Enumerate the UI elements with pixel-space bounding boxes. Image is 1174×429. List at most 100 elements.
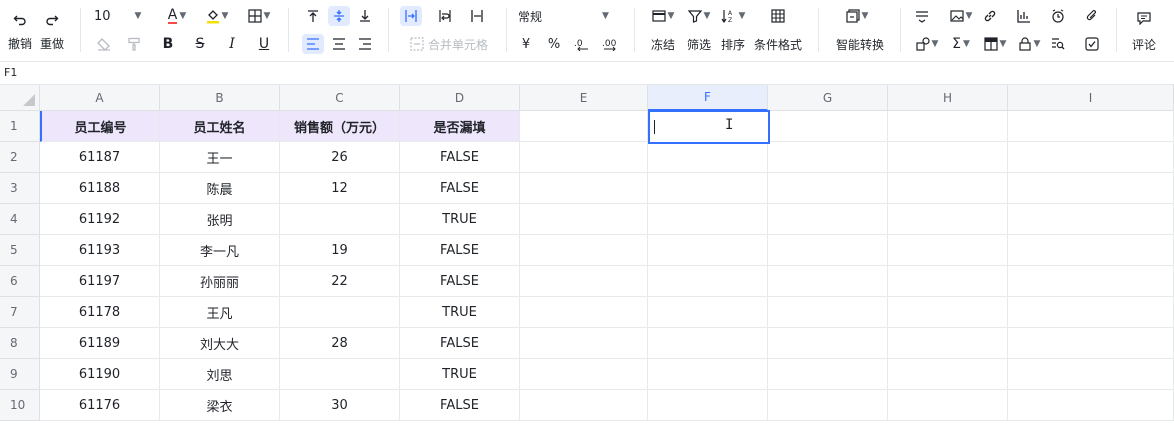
row-header-2[interactable]: 2	[0, 142, 40, 173]
cell-a6[interactable]: 61197	[40, 266, 160, 297]
cell-g1[interactable]	[768, 111, 888, 142]
checkbox-icon[interactable]	[1082, 34, 1102, 54]
cell-e8[interactable]	[520, 328, 648, 359]
border-button[interactable]: ▼	[242, 6, 276, 26]
cell-a8[interactable]: 61189	[40, 328, 160, 359]
cell-b3[interactable]: 陈晨	[160, 173, 280, 204]
cell-e1[interactable]	[520, 111, 648, 142]
conditional-format-icon[interactable]	[768, 6, 788, 26]
cell-a2[interactable]: 61187	[40, 142, 160, 173]
cell-a7[interactable]: 61178	[40, 297, 160, 328]
cell-e9[interactable]	[520, 359, 648, 390]
cell-f6[interactable]	[648, 266, 768, 297]
cell-d7[interactable]: TRUE	[400, 297, 520, 328]
column-header-g[interactable]: G	[768, 85, 888, 111]
cell-e7[interactable]	[520, 297, 648, 328]
clip-text-icon[interactable]	[466, 6, 488, 26]
active-cell-editor[interactable]: I	[648, 110, 770, 144]
cell-i9[interactable]	[1008, 359, 1174, 390]
cell-f4[interactable]	[648, 204, 768, 235]
row-header-1[interactable]: 1	[0, 111, 40, 142]
cell-g5[interactable]	[768, 235, 888, 266]
column-header-h[interactable]: H	[888, 85, 1008, 111]
cell-b4[interactable]: 张明	[160, 204, 280, 235]
cell-a5[interactable]: 61193	[40, 235, 160, 266]
cell-i3[interactable]	[1008, 173, 1174, 204]
cell-i10[interactable]	[1008, 390, 1174, 421]
chart-icon[interactable]	[1014, 6, 1034, 26]
merge-cells-button[interactable]: 合并单元格	[404, 34, 494, 54]
undo-button[interactable]: 撤销	[6, 34, 34, 52]
table-style-dropdown[interactable]: ▼	[978, 34, 1012, 54]
cell-c9[interactable]	[280, 359, 400, 390]
find-replace-icon[interactable]	[1048, 34, 1068, 54]
row-header-3[interactable]: 3	[0, 173, 40, 204]
cell-i8[interactable]	[1008, 328, 1174, 359]
cell-d2[interactable]: FALSE	[400, 142, 520, 173]
cell-b7[interactable]: 王凡	[160, 297, 280, 328]
cell-f5[interactable]	[648, 235, 768, 266]
cell-a4[interactable]: 61192	[40, 204, 160, 235]
underline-button[interactable]: U	[254, 34, 274, 54]
freeze-dropdown[interactable]: ▼	[646, 6, 680, 26]
cell-c1[interactable]: 销售额（万元）	[280, 111, 400, 142]
select-all-corner[interactable]	[0, 85, 40, 111]
column-header-a[interactable]: A	[40, 85, 160, 111]
cell-h6[interactable]	[888, 266, 1008, 297]
cell-reference[interactable]: F1	[4, 66, 17, 79]
cell-c4[interactable]	[280, 204, 400, 235]
row-header-4[interactable]: 4	[0, 204, 40, 235]
cell-f9[interactable]	[648, 359, 768, 390]
cell-i6[interactable]	[1008, 266, 1174, 297]
cell-a3[interactable]: 61188	[40, 173, 160, 204]
align-top-icon[interactable]	[302, 6, 324, 26]
cell-i2[interactable]	[1008, 142, 1174, 173]
cell-f2[interactable]	[648, 142, 768, 173]
cell-i5[interactable]	[1008, 235, 1174, 266]
cell-d6[interactable]: FALSE	[400, 266, 520, 297]
font-size-select[interactable]: 10 ▼	[94, 6, 152, 26]
number-format-select[interactable]: 常规 ▼	[518, 6, 618, 26]
cell-c10[interactable]: 30	[280, 390, 400, 421]
cell-f10[interactable]	[648, 390, 768, 421]
protect-dropdown[interactable]: ▼	[1012, 34, 1046, 54]
cell-g7[interactable]	[768, 297, 888, 328]
cell-i7[interactable]	[1008, 297, 1174, 328]
cell-h2[interactable]	[888, 142, 1008, 173]
cell-e6[interactable]	[520, 266, 648, 297]
row-header-5[interactable]: 5	[0, 235, 40, 266]
undo-icon[interactable]	[8, 10, 32, 28]
sort-button[interactable]: 排序	[718, 34, 748, 54]
bold-button[interactable]: B	[158, 34, 178, 54]
cell-c7[interactable]	[280, 297, 400, 328]
cell-h9[interactable]	[888, 359, 1008, 390]
align-left-icon[interactable]	[302, 34, 324, 54]
cell-i1[interactable]	[1008, 111, 1174, 142]
increase-decimal-icon[interactable]: .00	[600, 34, 622, 54]
cell-d3[interactable]: FALSE	[400, 173, 520, 204]
cell-c6[interactable]: 22	[280, 266, 400, 297]
conditional-format-button[interactable]: 条件格式	[752, 34, 804, 54]
cell-f8[interactable]	[648, 328, 768, 359]
smart-convert-button[interactable]: 智能转换	[832, 34, 888, 54]
cell-a1[interactable]: 员工编号	[40, 111, 160, 142]
row-header-8[interactable]: 8	[0, 328, 40, 359]
cell-e10[interactable]	[520, 390, 648, 421]
cell-g4[interactable]	[768, 204, 888, 235]
cell-e3[interactable]	[520, 173, 648, 204]
cell-h1[interactable]	[888, 111, 1008, 142]
attachment-icon[interactable]	[1082, 6, 1102, 26]
cell-d1[interactable]: 是否漏填	[400, 111, 520, 142]
cell-g2[interactable]	[768, 142, 888, 173]
cell-a9[interactable]: 61190	[40, 359, 160, 390]
cell-b5[interactable]: 李一凡	[160, 235, 280, 266]
cell-h4[interactable]	[888, 204, 1008, 235]
percent-button[interactable]: %	[544, 34, 564, 54]
align-bottom-icon[interactable]	[354, 6, 376, 26]
align-middle-icon[interactable]	[328, 6, 350, 26]
cell-h7[interactable]	[888, 297, 1008, 328]
column-header-b[interactable]: B	[160, 85, 280, 111]
align-center-icon[interactable]	[328, 34, 350, 54]
cell-d10[interactable]: FALSE	[400, 390, 520, 421]
cell-b10[interactable]: 梁衣	[160, 390, 280, 421]
